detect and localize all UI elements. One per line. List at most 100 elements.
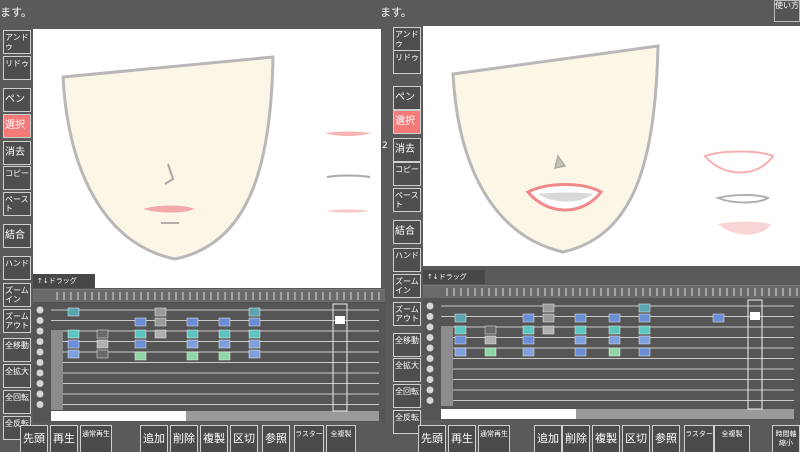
keyframe-block — [522, 335, 535, 345]
right-drawing-canvas[interactable] — [423, 26, 800, 266]
left-bottom-btn-9[interactable]: 全複製 — [326, 425, 356, 452]
keyframe-block — [67, 307, 80, 317]
track-dot — [36, 390, 44, 398]
keyframe-block — [542, 303, 555, 313]
keyframe-block — [638, 347, 651, 357]
keyframe-block — [134, 351, 147, 361]
layer-column — [441, 326, 453, 406]
track-dot — [426, 344, 434, 352]
app-root: ます。 アンドゥ リドゥ ペン 選択 消去 コピー ペースト 結合 ハンド ズーム イン ズーム ア… — [0, 0, 800, 452]
keyframe-block — [484, 347, 497, 357]
right-tool-14[interactable]: 全反転 — [393, 410, 421, 434]
left-bottom-btn-4[interactable]: 削除 — [170, 425, 198, 452]
left-bottom-btn-2[interactable]: 通常再生 — [80, 425, 112, 452]
right-bottom-btn-2[interactable]: 通常再生 — [478, 425, 510, 452]
right-bottom-btn-9[interactable]: 全複製 — [714, 425, 750, 452]
left-tool-11[interactable]: 全移動 — [3, 338, 31, 362]
left-status-bar: ます。 — [0, 0, 390, 24]
right-bottom-btn-1[interactable]: 再生 — [448, 425, 476, 452]
right-tool-6[interactable]: ペースト — [393, 188, 421, 212]
playhead-marker — [750, 312, 760, 320]
left-tool-10[interactable]: ズーム アウト — [3, 309, 31, 333]
left-bottom-btn-1[interactable]: 再生 — [50, 425, 78, 452]
left-tool-1[interactable]: リドゥ — [3, 56, 31, 80]
left-bottom-btn-6[interactable]: 区切 — [230, 425, 258, 452]
left-tool-5[interactable]: コピー — [3, 166, 31, 190]
keyframe-block — [542, 313, 555, 323]
right-tool-7[interactable]: 結合 — [393, 220, 421, 244]
right-tool-8[interactable]: ハンド — [393, 248, 421, 272]
left-tool-9[interactable]: ズーム イン — [3, 283, 31, 307]
left-drawing-canvas[interactable] — [33, 29, 381, 288]
keyframe-block — [154, 317, 167, 327]
right-status-bar: ます。 — [380, 0, 800, 24]
track-dot — [426, 376, 434, 383]
track-dot — [36, 327, 44, 335]
right-tool-12[interactable]: 全拡大 — [393, 358, 421, 382]
timeline-ruler — [33, 290, 385, 302]
keyframe-block — [608, 335, 621, 345]
right-timeline[interactable] — [423, 285, 800, 420]
keyframe-block — [454, 313, 467, 323]
keyframe-block — [638, 303, 651, 313]
right-edge-mark: 2 — [382, 141, 388, 151]
right-timeline-drag-label[interactable]: ↑↓ドラッグ — [423, 270, 485, 284]
left-bottom-btn-8[interactable]: ラスター — [294, 425, 324, 452]
track-dot — [426, 302, 434, 310]
left-tool-12[interactable]: 全拡大 — [3, 364, 31, 388]
track-dot — [36, 380, 44, 387]
right-tool-5[interactable]: コピー — [393, 162, 421, 186]
keyframe-block — [154, 329, 167, 339]
right-bottom-btn-4[interactable]: 削除 — [562, 425, 590, 452]
help-button[interactable]: 使い方 — [774, 0, 800, 22]
track-dot — [36, 359, 44, 366]
right-bottom-btn-0[interactable]: 先頭 — [418, 425, 446, 452]
left-tool-8[interactable]: ハンド — [3, 256, 31, 280]
right-tool-13[interactable]: 全回転 — [393, 384, 421, 408]
right-bottom-btn-6[interactable]: 区切 — [622, 425, 650, 452]
left-tool-4[interactable]: 消去 — [3, 141, 31, 165]
right-tool-0[interactable]: アンドゥ — [393, 27, 421, 51]
right-tool-3[interactable]: 選択 — [393, 110, 421, 134]
track-dot — [426, 386, 434, 394]
left-timeline-grid — [33, 290, 385, 421]
left-tool-6[interactable]: ペースト — [3, 192, 31, 216]
keyframe-block — [67, 339, 80, 349]
keyframe-block — [638, 313, 651, 323]
keyframe-block — [186, 317, 199, 327]
playhead-marker — [335, 316, 345, 324]
right-bottom-btn-10[interactable]: 時間軸縮小 — [772, 425, 800, 452]
right-tool-10[interactable]: ズーム アウト — [393, 302, 421, 326]
track-dot — [36, 348, 44, 356]
left-tool-2[interactable]: ペン — [3, 88, 31, 112]
left-tool-13[interactable]: 全回転 — [3, 390, 31, 414]
left-tool-7[interactable]: 結合 — [3, 224, 31, 248]
keyframe-block — [67, 329, 80, 339]
keyframe-block — [522, 313, 535, 323]
right-tool-2[interactable]: ペン — [393, 86, 421, 110]
left-bottom-btn-7[interactable]: 参照 — [262, 425, 290, 452]
left-bottom-btn-0[interactable]: 先頭 — [20, 425, 48, 452]
left-bottom-btn-5[interactable]: 複製 — [200, 425, 228, 452]
left-bottom-btn-3[interactable]: 追加 — [140, 425, 168, 452]
keyframe-block — [522, 347, 535, 357]
right-tool-11[interactable]: 全移動 — [393, 333, 421, 357]
right-face-drawing — [451, 44, 775, 254]
left-face-drawing — [61, 55, 371, 261]
left-timeline-drag-label[interactable]: ↑↓ドラッグ — [33, 274, 95, 288]
left-timeline[interactable] — [33, 289, 385, 422]
right-tool-1[interactable]: リドゥ — [393, 50, 421, 74]
keyframe-block — [638, 325, 651, 335]
right-bottom-btn-5[interactable]: 複製 — [592, 425, 620, 452]
keyframe-block — [248, 329, 261, 339]
right-tool-9[interactable]: ズーム イン — [393, 274, 421, 298]
keyframe-block — [134, 329, 147, 339]
left-tool-3[interactable]: 選択 — [3, 114, 31, 138]
track-dot — [426, 355, 434, 362]
right-bottom-btn-3[interactable]: 追加 — [534, 425, 562, 452]
keyframe-block — [712, 313, 725, 323]
right-bottom-btn-8[interactable]: ラスター — [684, 425, 714, 452]
right-bottom-btn-7[interactable]: 参照 — [652, 425, 680, 452]
left-tool-0[interactable]: アンドゥ — [3, 30, 31, 54]
right-tool-4[interactable]: 消去 — [393, 138, 421, 162]
